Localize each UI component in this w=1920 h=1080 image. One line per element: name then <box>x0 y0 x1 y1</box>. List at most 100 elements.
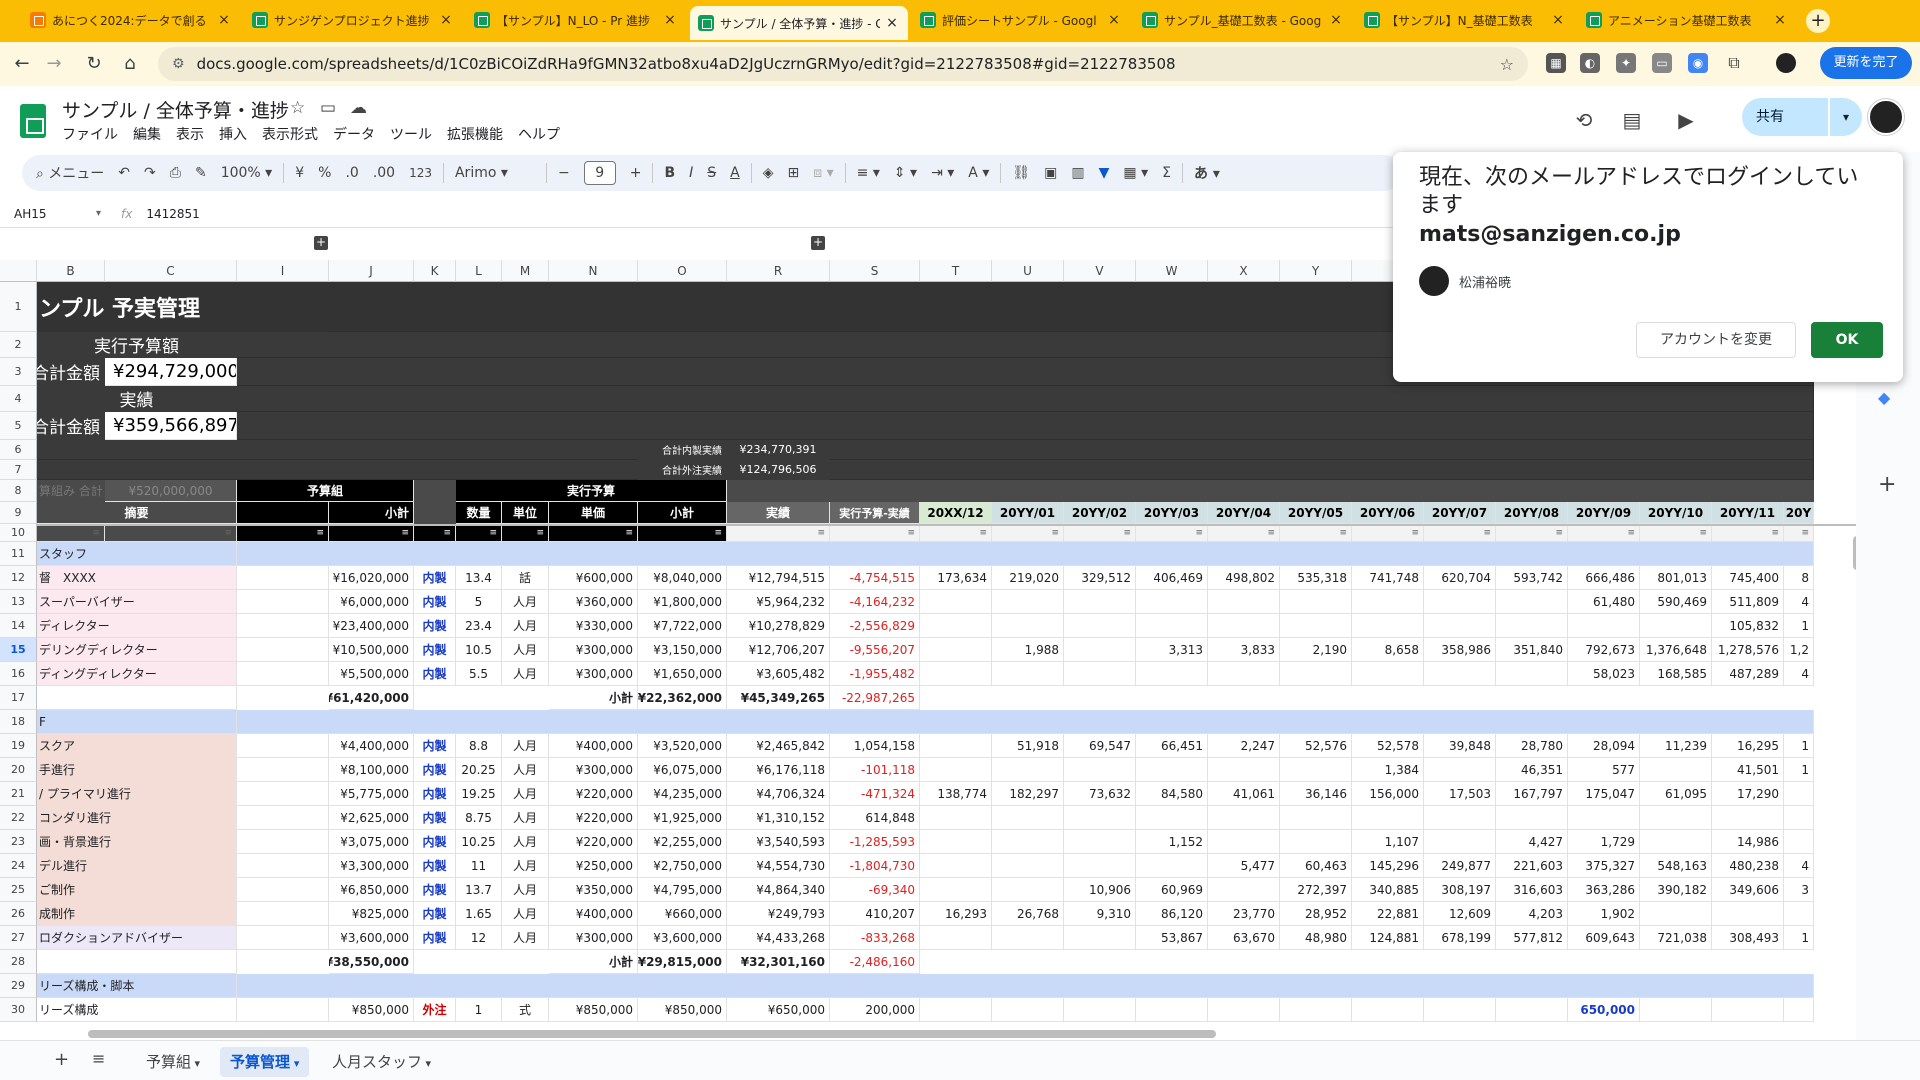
unit-price-value[interactable]: ¥300,000 <box>549 758 638 782</box>
month-value[interactable] <box>1064 590 1136 614</box>
month-value[interactable]: 390,182 <box>1640 878 1712 902</box>
type-tag[interactable]: 内製 <box>414 878 456 902</box>
cell[interactable] <box>237 590 329 614</box>
filter-views-icon[interactable]: ▦ ▾ <box>1123 165 1148 181</box>
month-value[interactable]: 3 <box>1784 878 1814 902</box>
subtotal-value[interactable]: ¥38,550,000 <box>329 950 414 974</box>
month-value[interactable]: 329,512 <box>1064 566 1136 590</box>
exec-subtotal-value[interactable]: ¥1,925,000 <box>638 806 727 830</box>
month-header[interactable]: 20YY/08 <box>1496 502 1568 524</box>
month-value[interactable] <box>1064 926 1136 950</box>
header-band[interactable] <box>37 460 1814 480</box>
month-value[interactable]: 12,609 <box>1424 902 1496 926</box>
row-header[interactable]: 4 <box>0 386 37 412</box>
diff-value[interactable]: -101,118 <box>830 758 920 782</box>
month-value[interactable]: 5,477 <box>1208 854 1280 878</box>
filter-icon[interactable]: ≡ <box>727 524 830 542</box>
menu-item[interactable]: 拡張機能 <box>447 124 503 144</box>
reload-icon[interactable]: ↻ <box>82 52 106 76</box>
type-tag[interactable]: 外注 <box>414 998 456 1022</box>
row-header[interactable]: 30 <box>0 998 37 1022</box>
cell[interactable] <box>237 998 329 1022</box>
section-row[interactable] <box>37 542 1814 566</box>
column-header[interactable]: T <box>920 260 992 282</box>
unit-value[interactable]: 人月 <box>502 734 549 758</box>
month-value[interactable] <box>1136 662 1208 686</box>
menu-item[interactable]: ツール <box>390 124 432 144</box>
unit-header[interactable]: 単位 <box>502 502 549 524</box>
item-name[interactable]: デリングディレクター <box>37 638 237 662</box>
menu-item[interactable]: 表示 <box>176 124 204 144</box>
column-header[interactable]: Y <box>1280 260 1352 282</box>
month-value[interactable] <box>1064 638 1136 662</box>
month-value[interactable]: 340,885 <box>1352 878 1424 902</box>
budget-label[interactable]: 実行予算額 <box>37 332 237 358</box>
month-value[interactable] <box>1280 830 1352 854</box>
month-value[interactable] <box>920 638 992 662</box>
month-value[interactable] <box>1496 662 1568 686</box>
month-value[interactable]: 1,729 <box>1568 830 1640 854</box>
unit-value[interactable]: 人月 <box>502 782 549 806</box>
subtotal-label[interactable]: 小計 <box>549 950 638 974</box>
comments-icon[interactable]: ▤ <box>1618 106 1646 134</box>
month-value[interactable] <box>1424 662 1496 686</box>
sheet-tab[interactable]: 予算管理 ▾ <box>220 1047 310 1077</box>
month-value[interactable] <box>1640 830 1712 854</box>
month-value[interactable]: 249,877 <box>1424 854 1496 878</box>
subtotal-value[interactable]: ¥29,815,000 <box>638 950 727 974</box>
unit-price-value[interactable]: ¥250,000 <box>549 854 638 878</box>
month-value[interactable] <box>1424 806 1496 830</box>
month-value[interactable]: 28,094 <box>1568 734 1640 758</box>
subtotal-value[interactable]: ¥45,349,265 <box>727 686 830 710</box>
browser-tab[interactable]: サンジゲンプロジェクト進捗 × <box>244 6 462 34</box>
row-header[interactable]: 9 <box>0 502 37 524</box>
month-value[interactable]: 375,327 <box>1568 854 1640 878</box>
cell[interactable] <box>237 638 329 662</box>
unit-value[interactable]: 人月 <box>502 830 549 854</box>
strikethrough-icon[interactable]: S <box>707 165 716 181</box>
month-value[interactable]: 480,238 <box>1712 854 1784 878</box>
type-tag[interactable]: 内製 <box>414 614 456 638</box>
qty-value[interactable]: 10.5 <box>456 638 502 662</box>
month-value[interactable]: 73,632 <box>1064 782 1136 806</box>
budget-value[interactable]: ¥3,600,000 <box>329 926 414 950</box>
wrap-icon[interactable]: ⇥ ▾ <box>931 165 954 181</box>
document-title[interactable]: サンプル / 全体予算・進捗 <box>62 96 289 123</box>
month-value[interactable]: 406,469 <box>1136 566 1208 590</box>
month-value[interactable]: 58,023 <box>1568 662 1640 686</box>
row-header[interactable]: 17 <box>0 686 37 710</box>
diff-value[interactable]: -1,804,730 <box>830 854 920 878</box>
month-value[interactable] <box>920 614 992 638</box>
month-value[interactable] <box>920 806 992 830</box>
month-value[interactable]: 156,000 <box>1352 782 1424 806</box>
item-name[interactable]: スーパーバイザー <box>37 590 237 614</box>
sheets-logo-icon[interactable] <box>20 104 46 138</box>
month-value[interactable]: 84,580 <box>1136 782 1208 806</box>
print-icon[interactable]: ⎙ <box>170 165 181 181</box>
month-value[interactable]: 316,603 <box>1496 878 1568 902</box>
sheet-tab[interactable]: 人月スタッフ ▾ <box>322 1047 441 1077</box>
column-header[interactable]: W <box>1136 260 1208 282</box>
unit-value[interactable]: 人月 <box>502 854 549 878</box>
month-value[interactable] <box>1640 614 1712 638</box>
unit-price-value[interactable]: ¥350,000 <box>549 878 638 902</box>
month-value[interactable]: 548,163 <box>1640 854 1712 878</box>
filter-icon[interactable]: ≡ <box>1064 524 1136 542</box>
menu-item[interactable]: 挿入 <box>219 124 247 144</box>
profile-icon[interactable] <box>1776 53 1796 73</box>
month-value[interactable] <box>920 926 992 950</box>
month-value[interactable]: 3,833 <box>1208 638 1280 662</box>
budget-value[interactable]: ¥4,400,000 <box>329 734 414 758</box>
star-icon[interactable]: ☆ <box>290 98 305 118</box>
frozen-rows-divider[interactable] <box>37 524 1856 526</box>
type-tag[interactable]: 内製 <box>414 854 456 878</box>
row-header[interactable]: 16 <box>0 662 37 686</box>
actual-value[interactable]: ¥6,176,118 <box>727 758 830 782</box>
month-value[interactable] <box>992 854 1064 878</box>
qty-value[interactable]: 20.25 <box>456 758 502 782</box>
tab-close-icon[interactable]: × <box>1106 12 1122 28</box>
diff-value[interactable]: -833,268 <box>830 926 920 950</box>
month-value[interactable]: 9,310 <box>1064 902 1136 926</box>
increase-font-icon[interactable]: + <box>630 165 642 181</box>
month-value[interactable]: 219,020 <box>992 566 1064 590</box>
